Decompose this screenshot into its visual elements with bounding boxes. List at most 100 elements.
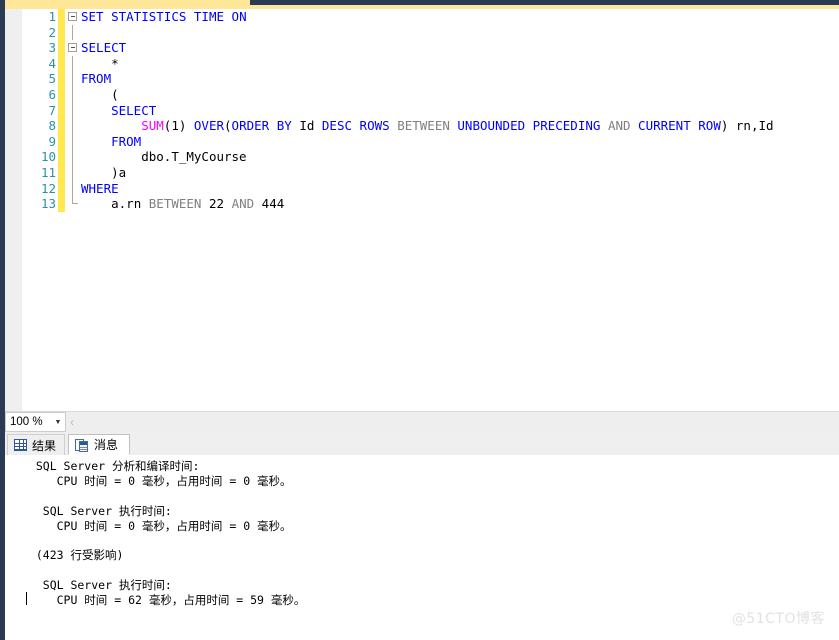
outline-guide-end (72, 203, 78, 204)
tab-results[interactable]: 结果 (7, 434, 65, 455)
outline-guide-line (72, 56, 73, 72)
code-line-text: SELECT (81, 40, 126, 56)
document-icon (75, 438, 89, 452)
code-line[interactable]: 2 (22, 25, 839, 41)
text-caret (26, 592, 27, 605)
collapse-minus-icon[interactable] (68, 43, 77, 52)
change-bar (58, 118, 65, 134)
tab-messages[interactable]: 消息 (68, 434, 130, 455)
window-top-strips (0, 0, 839, 9)
line-number: 2 (22, 25, 56, 41)
line-number: 11 (22, 165, 56, 181)
code-line-text: WHERE (81, 181, 119, 197)
tabstrip-left-edge (0, 432, 5, 455)
code-line[interactable]: 12 WHERE (22, 181, 839, 197)
tab-messages-label: 消息 (94, 436, 118, 453)
line-number: 9 (22, 134, 56, 150)
outline-column[interactable] (67, 25, 81, 41)
zoom-level-combo[interactable]: 100 % ▼ (5, 412, 66, 432)
outline-column[interactable] (67, 165, 81, 181)
code-line[interactable]: 7 SELECT (22, 103, 839, 119)
code-line[interactable]: 9 FROM (22, 134, 839, 150)
outline-guide-line (72, 103, 73, 119)
change-bar (58, 196, 65, 212)
code-line[interactable]: 1 SET STATISTICS TIME ON (22, 9, 839, 25)
change-bar (58, 149, 65, 165)
zoom-level-value: 100 % (6, 416, 51, 428)
change-bar (58, 56, 65, 72)
outline-column[interactable] (67, 9, 81, 25)
tab-results-label: 结果 (32, 437, 56, 454)
line-number: 10 (22, 149, 56, 165)
outline-column[interactable] (67, 134, 81, 150)
code-line[interactable]: 3 SELECT (22, 40, 839, 56)
chevron-left-icon[interactable]: ‹ (70, 415, 74, 429)
change-bar (58, 40, 65, 56)
collapse-minus-icon[interactable] (68, 12, 77, 21)
line-number: 7 (22, 103, 56, 119)
outline-column[interactable] (67, 181, 81, 197)
code-line-text: SET STATISTICS TIME ON (81, 9, 247, 25)
grid-icon (14, 439, 27, 451)
outline-guide-line (72, 149, 73, 165)
line-number: 1 (22, 9, 56, 25)
code-line[interactable]: 10 dbo.T_MyCourse (22, 149, 839, 165)
code-line[interactable]: 8 SUM(1) OVER(ORDER BY Id DESC ROWS BETW… (22, 118, 839, 134)
line-number: 13 (22, 196, 56, 212)
change-bar (58, 165, 65, 181)
change-bar (58, 103, 65, 119)
code-line[interactable]: 5 FROM (22, 71, 839, 87)
code-line[interactable]: 6 ( (22, 87, 839, 103)
outline-column[interactable] (67, 71, 81, 87)
outline-guide-line (72, 165, 73, 181)
outline-column[interactable] (67, 196, 81, 212)
messages-output-text: SQL Server 分析和编译时间: CPU 时间 = 0 毫秒，占用时间 =… (22, 459, 305, 608)
outline-guide-line (72, 134, 73, 150)
line-number: 4 (22, 56, 56, 72)
code-line[interactable]: 13 a.rn BETWEEN 22 AND 444 (22, 196, 839, 212)
editor-indicator-margin[interactable] (5, 9, 22, 411)
change-bar (58, 25, 65, 41)
outline-guide-line (72, 71, 73, 87)
code-line-text: SELECT (81, 103, 156, 119)
outline-column[interactable] (67, 56, 81, 72)
line-number: 8 (22, 118, 56, 134)
outline-guide-line (72, 181, 73, 197)
line-number: 12 (22, 181, 56, 197)
code-line-text: SUM(1) OVER(ORDER BY Id DESC ROWS BETWEE… (81, 118, 774, 134)
messages-output-pane[interactable]: SQL Server 分析和编译时间: CPU 时间 = 0 毫秒，占用时间 =… (0, 455, 839, 640)
code-line-text: FROM (81, 134, 141, 150)
code-line-text: a.rn BETWEEN 22 AND 444 (81, 196, 284, 212)
change-bar (58, 134, 65, 150)
code-line-text: ( (81, 87, 119, 103)
editor-zoom-bar: 100 % ▼ ‹ (0, 411, 839, 432)
code-line-text: dbo.T_MyCourse (81, 149, 247, 165)
outline-column[interactable] (67, 118, 81, 134)
outline-column[interactable] (67, 87, 81, 103)
outline-column[interactable] (67, 103, 81, 119)
change-bar (58, 181, 65, 197)
code-line-text: * (81, 56, 119, 72)
sql-query-editor[interactable]: 1SET STATISTICS TIME ON23SELECT4 *5FROM6… (0, 9, 839, 411)
code-line-text: )a (81, 165, 126, 181)
results-tabstrip: 结果 消息 (0, 432, 839, 455)
change-bar (58, 87, 65, 103)
outline-guide-line (72, 25, 73, 41)
left-edge-strip (0, 0, 5, 9)
outline-column[interactable] (67, 40, 81, 56)
code-line-text: FROM (81, 71, 111, 87)
chevron-down-icon[interactable]: ▼ (51, 419, 65, 426)
messages-left-edge (0, 455, 5, 640)
code-line[interactable]: 4 * (22, 56, 839, 72)
watermark: @51CTO博客 (732, 608, 825, 628)
line-number: 6 (22, 87, 56, 103)
code-text-area[interactable]: 1SET STATISTICS TIME ON23SELECT4 *5FROM6… (22, 9, 839, 411)
change-bar (58, 9, 65, 25)
line-number: 3 (22, 40, 56, 56)
code-line[interactable]: 11 )a (22, 165, 839, 181)
outline-column[interactable] (67, 149, 81, 165)
titlebar-strip (250, 0, 839, 5)
change-bar (58, 71, 65, 87)
line-number: 5 (22, 71, 56, 87)
outline-guide-line (72, 118, 73, 134)
